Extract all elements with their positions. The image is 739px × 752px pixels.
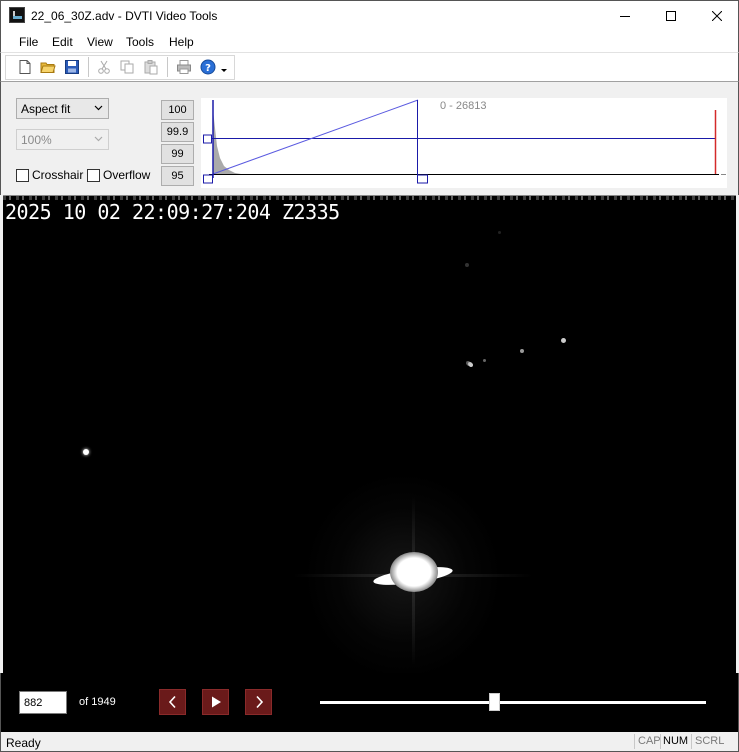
fit-mode-value: Aspect fit bbox=[21, 102, 71, 116]
play-button[interactable] bbox=[202, 689, 229, 715]
histogram-range-label: 0 - 26813 bbox=[440, 100, 487, 112]
video-frame-view[interactable]: 2025 10 02 22:09:27:204 Z2335 bbox=[3, 195, 736, 673]
saturn-disk bbox=[390, 552, 438, 592]
histogram-distribution bbox=[213, 110, 241, 174]
menu-view[interactable]: View bbox=[87, 35, 113, 49]
play-icon bbox=[211, 696, 221, 708]
white-point-handle[interactable] bbox=[417, 174, 428, 184]
frame-slider-thumb[interactable] bbox=[489, 693, 501, 711]
copy-icon[interactable] bbox=[119, 59, 135, 75]
print-icon[interactable] bbox=[176, 59, 192, 75]
zoom-value: 100% bbox=[21, 133, 52, 147]
fit-mode-dropdown[interactable]: Aspect fit bbox=[16, 98, 109, 119]
title-bar[interactable]: 22_06_30Z.adv - DVTI Video Tools bbox=[0, 0, 739, 31]
crosshair-checkbox[interactable]: Crosshair bbox=[16, 168, 83, 182]
status-bar: Ready CAP NUM SCRL bbox=[0, 732, 739, 752]
toolbar-overflow-icon[interactable] bbox=[220, 65, 228, 73]
help-icon[interactable]: ? bbox=[200, 59, 216, 75]
menu-help[interactable]: Help bbox=[169, 35, 194, 49]
close-icon bbox=[712, 11, 722, 21]
percentile-99-9-button[interactable]: 99.9 bbox=[161, 122, 194, 142]
chevron-left-icon bbox=[168, 695, 176, 709]
new-file-icon[interactable] bbox=[17, 59, 33, 75]
gain-handle[interactable] bbox=[203, 134, 212, 144]
menu-file[interactable]: File bbox=[19, 35, 38, 49]
close-button[interactable] bbox=[694, 1, 739, 31]
transfer-curve bbox=[212, 99, 419, 175]
frame-total-label: of 1949 bbox=[79, 696, 116, 708]
histogram-panel[interactable]: 0 - 26813 bbox=[201, 98, 727, 188]
status-separator bbox=[660, 734, 661, 749]
app-icon[interactable] bbox=[9, 7, 25, 23]
paste-icon[interactable] bbox=[143, 59, 159, 75]
moon-dot bbox=[498, 231, 501, 234]
status-separator bbox=[691, 734, 692, 749]
crosshair-label: Crosshair bbox=[32, 168, 84, 182]
open-folder-icon[interactable] bbox=[40, 59, 56, 75]
maximize-icon bbox=[666, 11, 676, 21]
cut-icon[interactable] bbox=[96, 59, 112, 75]
frame-number-input[interactable] bbox=[19, 691, 67, 714]
percentile-95-button[interactable]: 95 bbox=[161, 166, 194, 186]
saturn-image bbox=[373, 552, 453, 592]
frame-slider-track[interactable] bbox=[320, 701, 706, 704]
moon-dot bbox=[469, 363, 473, 367]
moon-dot bbox=[83, 449, 89, 455]
previous-frame-button[interactable] bbox=[159, 689, 186, 715]
chevron-down-icon bbox=[94, 136, 103, 142]
moon-dot bbox=[561, 338, 566, 343]
window-title: 22_06_30Z.adv - DVTI Video Tools bbox=[31, 9, 218, 23]
overflow-checkbox[interactable]: Overflow bbox=[87, 168, 150, 182]
num-lock-indicator: NUM bbox=[663, 735, 689, 747]
frame-timestamp: 2025 10 02 22:09:27:204 Z2335 bbox=[5, 200, 340, 224]
crosshair-checkbox-box[interactable] bbox=[16, 168, 29, 182]
next-frame-button[interactable] bbox=[245, 689, 272, 715]
playback-navigation-bar: of 1949 bbox=[0, 673, 739, 732]
status-separator bbox=[634, 734, 635, 749]
chevron-right-icon bbox=[255, 695, 263, 709]
overflow-label: Overflow bbox=[103, 168, 151, 182]
display-controls-panel: Aspect fit 100% Crosshair Overflow 100 9… bbox=[0, 82, 739, 195]
status-text: Ready bbox=[6, 736, 41, 750]
scroll-lock-indicator: SCRL bbox=[695, 735, 725, 747]
zoom-dropdown[interactable]: 100% bbox=[16, 129, 109, 150]
black-point-handle[interactable] bbox=[203, 174, 213, 184]
moon-dot bbox=[483, 359, 486, 362]
minimize-button[interactable] bbox=[602, 1, 648, 31]
percentile-99-button[interactable]: 99 bbox=[161, 144, 194, 164]
moon-dot bbox=[520, 349, 524, 353]
menu-bar: File Edit View Tools Help bbox=[0, 31, 739, 53]
maximize-button[interactable] bbox=[648, 1, 694, 31]
chevron-down-icon bbox=[94, 105, 103, 111]
overflow-checkbox-box[interactable] bbox=[87, 168, 100, 182]
save-icon[interactable] bbox=[64, 59, 80, 75]
menu-edit[interactable]: Edit bbox=[52, 35, 73, 49]
moon-dot bbox=[465, 263, 469, 267]
toolbar-separator bbox=[88, 57, 89, 77]
percentile-100-button[interactable]: 100 bbox=[161, 100, 194, 120]
menu-tools[interactable]: Tools bbox=[126, 35, 154, 49]
caps-lock-indicator: CAP bbox=[638, 735, 661, 747]
toolbar: ? bbox=[0, 53, 739, 82]
minimize-icon bbox=[620, 16, 630, 17]
toolbar-separator bbox=[167, 57, 168, 77]
svg-text:?: ? bbox=[205, 63, 211, 74]
